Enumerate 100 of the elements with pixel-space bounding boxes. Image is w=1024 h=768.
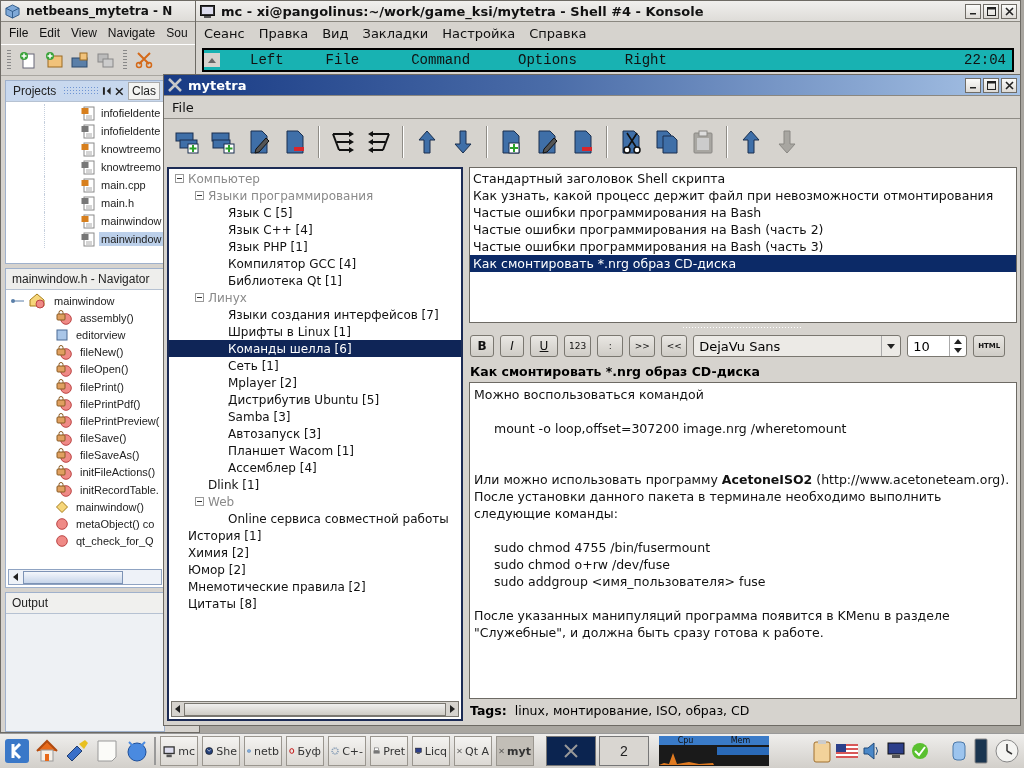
tree-item[interactable]: Ассемблер [4] bbox=[169, 459, 461, 476]
format-button[interactable]: : bbox=[597, 335, 624, 357]
format-button[interactable]: U bbox=[530, 335, 558, 357]
horizontal-scrollbar[interactable] bbox=[171, 701, 459, 717]
expand-toggle[interactable] bbox=[195, 191, 204, 200]
battery-icon[interactable] bbox=[972, 737, 990, 765]
task-button[interactable]: mc bbox=[160, 736, 198, 766]
record-item[interactable]: Частые ошибки программирования на Bash (часть 3) bbox=[470, 238, 1016, 255]
menu-item[interactable]: Edit bbox=[39, 26, 61, 40]
scroll-thumb[interactable] bbox=[184, 702, 446, 716]
stacked-boxes-plus-icon[interactable] bbox=[210, 129, 236, 155]
member-item[interactable]: fileSave() bbox=[78, 431, 129, 446]
record-item[interactable]: Как узнать, какой процесс держит файл при невозможности отмонтирования bbox=[470, 187, 1016, 204]
tree-item[interactable]: Юмор [2] bbox=[169, 561, 461, 578]
mc-menu-item[interactable]: File bbox=[283, 52, 360, 68]
member-item[interactable]: initRecordTable. bbox=[78, 482, 161, 497]
mc-menu-item[interactable]: Options bbox=[470, 52, 577, 68]
minimize-button[interactable] bbox=[965, 77, 981, 93]
record-item[interactable]: Частые ошибки программирования на Bash bbox=[470, 204, 1016, 221]
tree-item[interactable]: Языки программирования bbox=[169, 187, 461, 204]
tree-item[interactable]: Химия [2] bbox=[169, 544, 461, 561]
format-button[interactable]: I bbox=[500, 335, 524, 357]
member-item[interactable]: qt_check_for_Q bbox=[74, 534, 156, 549]
member-item[interactable]: filePrintPdf() bbox=[78, 396, 143, 411]
member-item[interactable]: editorview bbox=[74, 327, 128, 342]
desktop-switcher[interactable] bbox=[546, 736, 596, 766]
stacked-boxes-plus-icon[interactable] bbox=[174, 129, 200, 155]
member-item[interactable]: filePrintPreview( bbox=[78, 413, 162, 428]
tree-item[interactable]: Сеть [1] bbox=[169, 357, 461, 374]
home-icon[interactable] bbox=[34, 738, 60, 764]
desktop-switcher[interactable]: 2 bbox=[599, 736, 649, 766]
mc-menu-item[interactable]: Right bbox=[576, 52, 667, 68]
tree-item[interactable]: Dlink [1] bbox=[169, 476, 461, 493]
task-button[interactable]: Licq bbox=[412, 736, 450, 766]
class-name[interactable]: mainwindow bbox=[52, 293, 117, 308]
maximize-button[interactable] bbox=[983, 77, 999, 93]
expand-toggle[interactable] bbox=[195, 293, 204, 302]
tree-item[interactable]: Линух bbox=[169, 289, 461, 306]
globe-icon[interactable] bbox=[124, 738, 150, 764]
menu-item[interactable]: Правка bbox=[258, 25, 309, 41]
menu-item[interactable]: Сеанс bbox=[204, 25, 245, 41]
tree-item[interactable]: Online сервиса совместной работы bbox=[169, 510, 461, 527]
menu-item[interactable]: Справка bbox=[529, 25, 587, 41]
minimize-panel-icon[interactable] bbox=[101, 86, 112, 96]
splitter-handle-icon[interactable] bbox=[683, 326, 803, 329]
project-file-entry[interactable]: infofieldente bbox=[99, 106, 163, 120]
project-file-entry[interactable]: main.cpp bbox=[99, 178, 148, 192]
close-button[interactable] bbox=[1001, 3, 1017, 19]
project-file-entry[interactable]: infofieldente bbox=[99, 124, 163, 138]
menu-item[interactable]: File bbox=[9, 26, 29, 40]
tree-item[interactable]: Язык PHP [1] bbox=[169, 238, 461, 255]
checkmark-icon[interactable] bbox=[910, 741, 930, 761]
tree-item[interactable]: Компьютер bbox=[169, 170, 461, 187]
format-button[interactable]: << bbox=[661, 335, 688, 357]
scroll-up-icon[interactable] bbox=[204, 53, 220, 67]
clipboard-icon[interactable] bbox=[812, 739, 832, 763]
tree-item[interactable]: Шрифты в Linux [1] bbox=[169, 323, 461, 340]
task-button[interactable]: Qt A bbox=[454, 736, 492, 766]
horizontal-scrollbar[interactable] bbox=[8, 569, 162, 585]
member-item[interactable]: fileOpen() bbox=[78, 362, 131, 377]
task-button[interactable]: myt bbox=[496, 736, 534, 766]
menu-item[interactable]: Настройка bbox=[442, 25, 516, 41]
font-size-field[interactable]: 10 bbox=[907, 335, 968, 357]
record-item[interactable]: Как смонтировать *.nrg образ CD-диска bbox=[470, 255, 1016, 272]
tree-item[interactable]: Цитаты [8] bbox=[169, 595, 461, 612]
monitor-icon[interactable] bbox=[886, 742, 906, 760]
expand-toggle[interactable] bbox=[195, 497, 204, 506]
flag-icon[interactable] bbox=[836, 744, 858, 758]
copy-icon[interactable] bbox=[654, 129, 680, 155]
tree-item[interactable]: Языки создания интерфейсов [7] bbox=[169, 306, 461, 323]
close-button[interactable] bbox=[1001, 77, 1017, 93]
new-file-icon[interactable] bbox=[19, 51, 37, 69]
member-item[interactable]: filePrint() bbox=[78, 379, 126, 394]
k-menu-icon[interactable] bbox=[4, 738, 30, 764]
menu-item[interactable]: Вид bbox=[322, 25, 349, 41]
project-file-entry[interactable]: mainwindow bbox=[99, 214, 164, 228]
clock-icon[interactable] bbox=[994, 738, 1020, 764]
record-item[interactable]: Частые ошибки программирования на Bash (часть 2) bbox=[470, 221, 1016, 238]
tree-item[interactable]: Язык C [5] bbox=[169, 204, 461, 221]
menu-item[interactable]: File bbox=[172, 99, 194, 115]
project-file-entry[interactable]: main.h bbox=[99, 196, 137, 210]
panel-tab[interactable]: Clas bbox=[128, 82, 160, 100]
task-button[interactable]: She bbox=[202, 736, 240, 766]
tree-item[interactable]: Планшет Wacom [1] bbox=[169, 442, 461, 459]
tree-item[interactable]: Язык C++ [4] bbox=[169, 221, 461, 238]
tree-item[interactable]: Команды шелла [6] bbox=[169, 340, 461, 357]
font-select[interactable]: DejaVu Sans bbox=[693, 335, 902, 357]
task-button[interactable]: Буф bbox=[286, 736, 324, 766]
tree-item[interactable]: Библиотека Qt [1] bbox=[169, 272, 461, 289]
member-item[interactable]: assembly() bbox=[78, 310, 136, 325]
task-button[interactable]: Pret bbox=[370, 736, 408, 766]
tree-item[interactable]: Дистрибутив Ubuntu [5] bbox=[169, 391, 461, 408]
project-file-entry[interactable]: knowtreemo bbox=[99, 160, 163, 174]
record-item[interactable]: Стандартный заголовок Shell скрипта bbox=[470, 170, 1016, 187]
mc-menu-item[interactable]: Left bbox=[220, 52, 284, 68]
tree-item[interactable]: Автозапуск [3] bbox=[169, 425, 461, 442]
menu-item[interactable]: Sou bbox=[166, 26, 188, 40]
branch-arrows-icon[interactable] bbox=[366, 129, 392, 155]
member-item[interactable]: metaObject() co bbox=[74, 517, 157, 532]
mc-menu-item[interactable]: Command bbox=[359, 52, 471, 68]
